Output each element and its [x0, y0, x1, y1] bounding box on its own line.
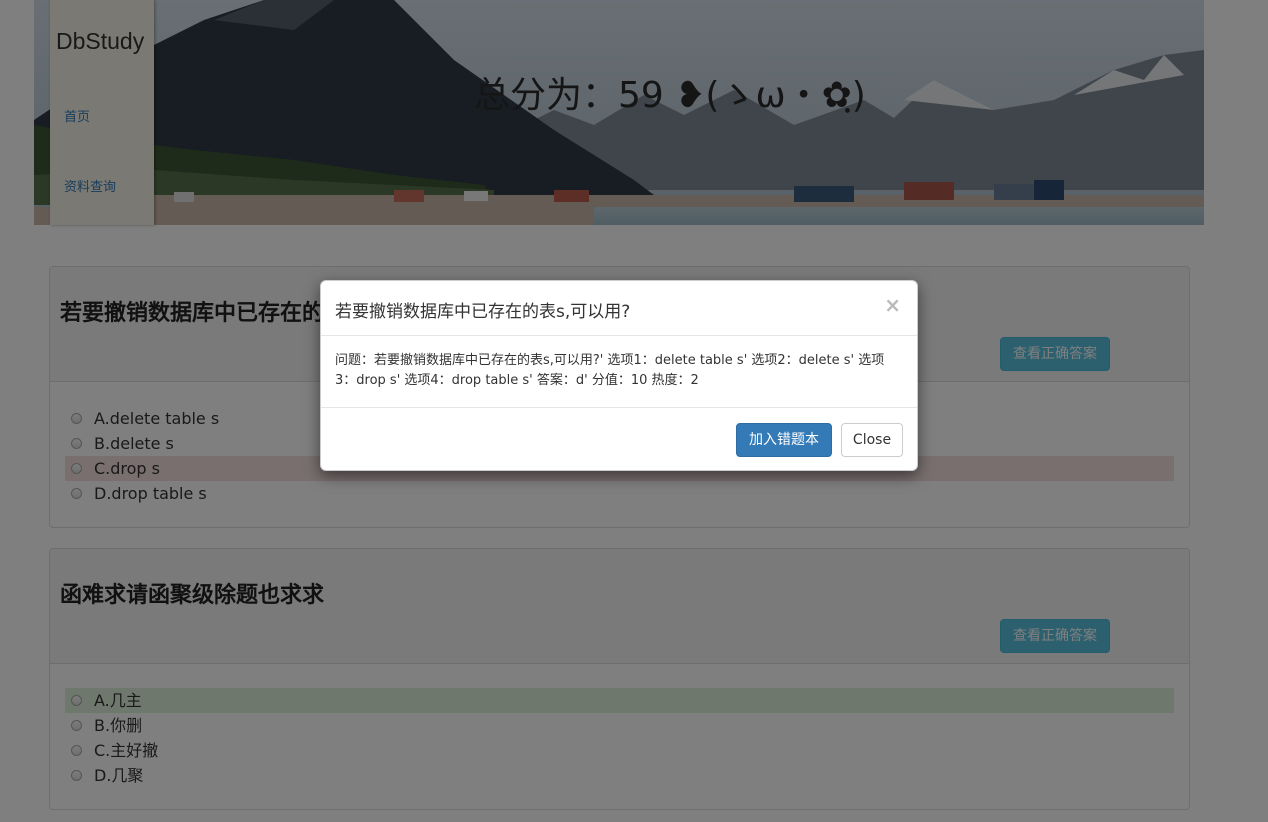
modal-body: 问题：若要撤销数据库中已存在的表s,可以用?' 选项1：delete table…	[335, 351, 905, 391]
add-to-wrong-book-button[interactable]: 加入错题本	[736, 423, 832, 457]
modal-header: 若要撤销数据库中已存在的表s,可以用? ×	[321, 281, 917, 336]
close-icon[interactable]: ×	[884, 293, 901, 317]
question-detail-line-2: 3：drop s' 选项4：drop table s' 答案：d' 分值：10 …	[335, 373, 699, 388]
close-button[interactable]: Close	[841, 423, 903, 457]
modal-title: 若要撤销数据库中已存在的表s,可以用?	[335, 302, 631, 322]
modal-footer: 加入错题本 Close	[321, 407, 917, 471]
question-detail-modal: 若要撤销数据库中已存在的表s,可以用? × 问题：若要撤销数据库中已存在的表s,…	[320, 280, 918, 471]
question-detail-line-1: 问题：若要撤销数据库中已存在的表s,可以用?' 选项1：delete table…	[335, 353, 885, 368]
